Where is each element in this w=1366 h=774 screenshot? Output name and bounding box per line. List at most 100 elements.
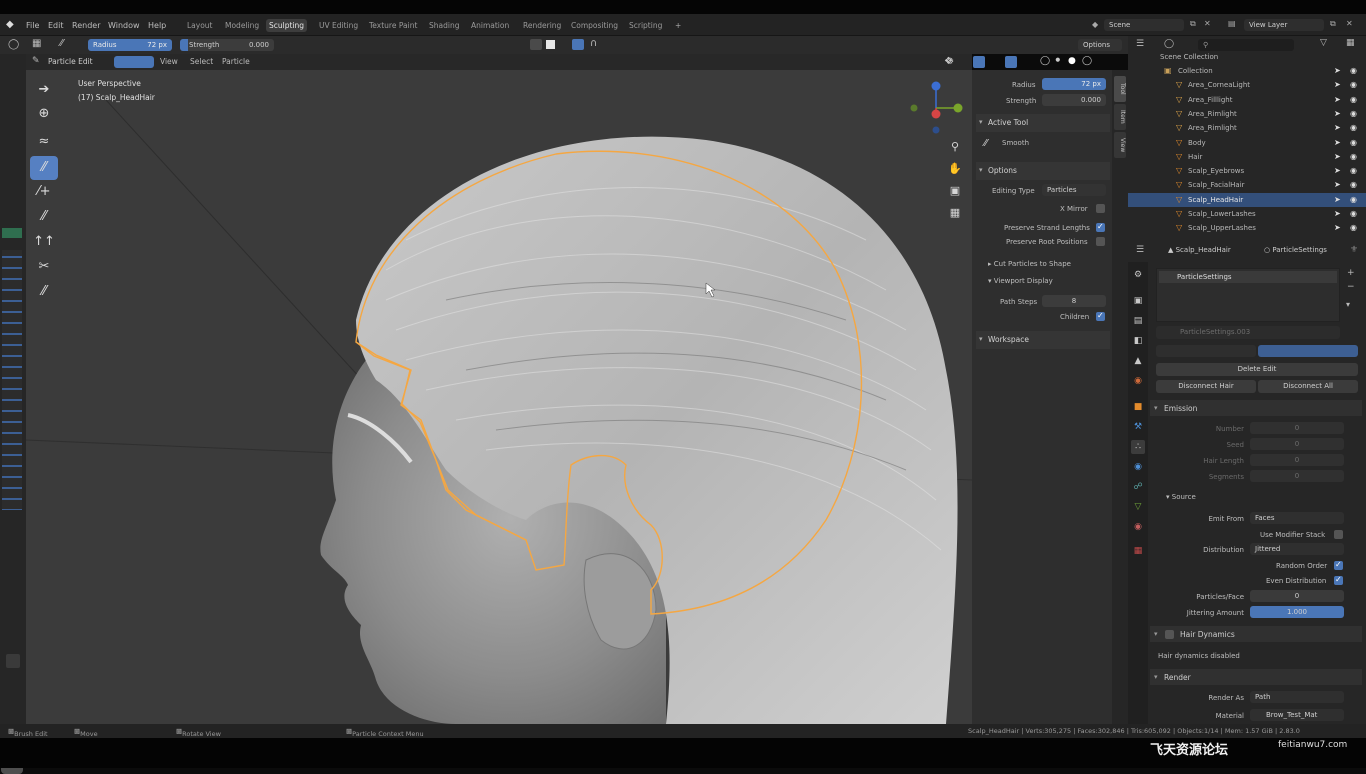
active-tool-section[interactable]: Active Tool [976, 114, 1110, 132]
tab-item[interactable]: Item [1114, 104, 1126, 130]
outliner-row[interactable]: ▽ Scalp_HeadHair ➤ ◉ [1128, 192, 1366, 207]
outliner-row[interactable]: ▽ Scalp_LowerLashes ➤ ◉ [1128, 207, 1366, 221]
editor-type-icon[interactable]: ◯ [8, 39, 19, 50]
segments-field[interactable]: 0 [1250, 470, 1344, 482]
selectable-arrow-icon[interactable]: ➤ [1334, 138, 1341, 147]
children-checkbox[interactable] [1096, 311, 1105, 321]
tab-view[interactable]: View [1114, 132, 1126, 158]
curve-icon[interactable]: ∩ [590, 38, 597, 49]
regular-type-button[interactable] [1156, 345, 1256, 357]
tab-scripting[interactable]: Scripting [626, 19, 665, 32]
selectable-arrow-icon[interactable]: ➤ [1334, 180, 1341, 189]
data-props-icon[interactable]: ▽ [1131, 500, 1145, 514]
comb-tool-icon[interactable]: ≈ [30, 130, 58, 154]
selectable-arrow-icon[interactable]: ➤ [1334, 223, 1341, 232]
length-tool-icon[interactable]: ⁄⁄ [30, 205, 58, 229]
copy-scene-icon[interactable]: ⧉ [1190, 19, 1196, 29]
wireframe-shading-icon[interactable]: ◯ [1040, 56, 1050, 66]
tab-layout[interactable]: Layout [184, 19, 216, 32]
outliner-type-icon[interactable]: ☰ [1136, 39, 1144, 49]
number-field[interactable]: 0 [1250, 422, 1344, 434]
visibility-eye-icon[interactable]: ◉ [1350, 95, 1357, 104]
color-swatch-icon[interactable] [546, 40, 555, 49]
overlay-toggle-icon[interactable] [973, 56, 985, 68]
hair-dynamics-checkbox[interactable] [1165, 630, 1174, 639]
tool-props-icon[interactable]: ⚙ [1131, 268, 1145, 282]
selectable-arrow-icon[interactable]: ➤ [1334, 195, 1341, 204]
radius-field[interactable]: Radius 72 px [88, 39, 172, 51]
scene-props-icon[interactable]: ▲ [1131, 354, 1145, 368]
texture-props-icon[interactable]: ▦ [1131, 544, 1145, 558]
remove-system-icon[interactable]: − [1347, 282, 1355, 292]
emit-from-dropdown[interactable]: Faces [1250, 512, 1344, 524]
outliner-row[interactable]: ▽ Scalp_FacialHair ➤ ◉ [1128, 178, 1366, 192]
selectable-arrow-icon[interactable]: ➤ [1334, 109, 1341, 118]
menu-particle[interactable]: Particle [222, 57, 250, 66]
material-dropdown[interactable]: Brow_Test_Mat [1250, 709, 1344, 721]
options-dropdown[interactable]: Options [1078, 39, 1122, 51]
ortho-grid-icon[interactable]: ▦ [946, 204, 964, 222]
visibility-eye-icon[interactable]: ◉ [1350, 223, 1357, 232]
comb-brush-icon[interactable]: ⁄⁄ [60, 38, 63, 49]
outliner-row[interactable]: ▽ Body ➤ ◉ [1128, 136, 1366, 150]
tab-texture-paint[interactable]: Texture Paint [366, 19, 420, 32]
close-layer-icon[interactable]: ✕ [1346, 19, 1353, 28]
particles-face-field[interactable]: 0 [1250, 590, 1344, 602]
menu-help[interactable]: Help [148, 21, 166, 30]
output-props-icon[interactable]: ▤ [1131, 314, 1145, 328]
add-workspace-icon[interactable]: + [672, 19, 684, 32]
select-tool-icon[interactable]: ➔ [30, 78, 58, 102]
selectable-arrow-icon[interactable]: ➤ [1334, 80, 1341, 89]
editing-type-dropdown[interactable]: Particles [1042, 184, 1106, 196]
visibility-eye-icon[interactable]: ◉ [1350, 66, 1357, 75]
view-layer-props-icon[interactable]: ◧ [1131, 334, 1145, 348]
disconnect-hair-button[interactable]: Disconnect Hair [1156, 380, 1256, 393]
menu-edit[interactable]: Edit [48, 21, 64, 30]
filter-icon[interactable]: ▽ [1320, 38, 1327, 48]
overlay-icon[interactable] [572, 39, 584, 50]
visibility-eye-icon[interactable]: ◉ [1350, 109, 1357, 118]
cut-particles-label[interactable]: ▸ Cut Particles to Shape [988, 260, 1071, 268]
object-props-icon[interactable]: ■ [1131, 400, 1145, 414]
constraint-props-icon[interactable]: ☍ [1131, 480, 1145, 494]
smooth-tool-icon[interactable]: ⁄⁄ [30, 156, 58, 180]
rendered-shading-icon[interactable]: ◯ [1082, 56, 1092, 66]
outliner-row[interactable]: ▽ Hair ➤ ◉ [1128, 150, 1366, 164]
puff-tool-icon[interactable]: ↑↑ [30, 230, 58, 254]
tab-sculpting[interactable]: Sculpting [266, 19, 308, 32]
outliner-row[interactable]: ▽ Area_Rimlight ➤ ◉ [1128, 121, 1366, 135]
tab-animation[interactable]: Animation [468, 19, 512, 32]
mode-dropdown[interactable]: Particle Edit [48, 57, 93, 66]
outliner-row[interactable]: ▽ Area_CorneaLight ➤ ◉ [1128, 78, 1366, 92]
render-props-icon[interactable]: ▣ [1131, 294, 1145, 308]
strength-field[interactable]: Strength 0.000 [180, 39, 274, 51]
hair-type-button[interactable] [1258, 345, 1358, 357]
selectable-arrow-icon[interactable]: ➤ [1334, 166, 1341, 175]
tab-compositing[interactable]: Compositing [568, 19, 621, 32]
properties-type-icon[interactable]: ☰ [1136, 245, 1144, 255]
pan-hand-icon[interactable]: ✋ [946, 160, 964, 178]
even-distribution-checkbox[interactable] [1334, 575, 1343, 585]
visibility-eye-icon[interactable]: ◉ [1350, 123, 1357, 132]
cursor-tool-icon[interactable]: ⊕ [30, 102, 58, 126]
add-tool-icon[interactable]: ⁄+ [30, 180, 58, 204]
visibility-eye-icon[interactable]: ◉ [1350, 152, 1357, 161]
scene-field[interactable]: Scene [1104, 19, 1184, 31]
menu-view[interactable]: View [160, 57, 178, 66]
selectable-arrow-icon[interactable]: ➤ [1334, 123, 1341, 132]
camera-icon[interactable]: ▣ [946, 182, 964, 200]
pin-icon[interactable]: ⚜ [1350, 245, 1358, 255]
options-section[interactable]: Options [976, 162, 1110, 180]
view-layer-icon[interactable]: ▤ [1228, 19, 1236, 28]
close-scene-icon[interactable]: ✕ [1204, 19, 1211, 28]
outliner-row[interactable]: ▽ Scalp_UpperLashes ➤ ◉ [1128, 221, 1366, 235]
menu-select[interactable]: Select [190, 57, 213, 66]
preserve-root-checkbox[interactable] [1096, 237, 1105, 246]
physics-props-icon[interactable]: ◉ [1131, 460, 1145, 474]
emission-section[interactable]: Emission [1150, 400, 1362, 416]
material-shading-icon[interactable]: ● [1068, 56, 1076, 66]
copy-layer-icon[interactable]: ⧉ [1330, 19, 1336, 29]
dot-icon[interactable] [530, 39, 542, 50]
x-mirror-checkbox[interactable] [1096, 204, 1105, 213]
outliner-row[interactable]: ▣ Collection ➤ ◉ [1128, 64, 1366, 78]
